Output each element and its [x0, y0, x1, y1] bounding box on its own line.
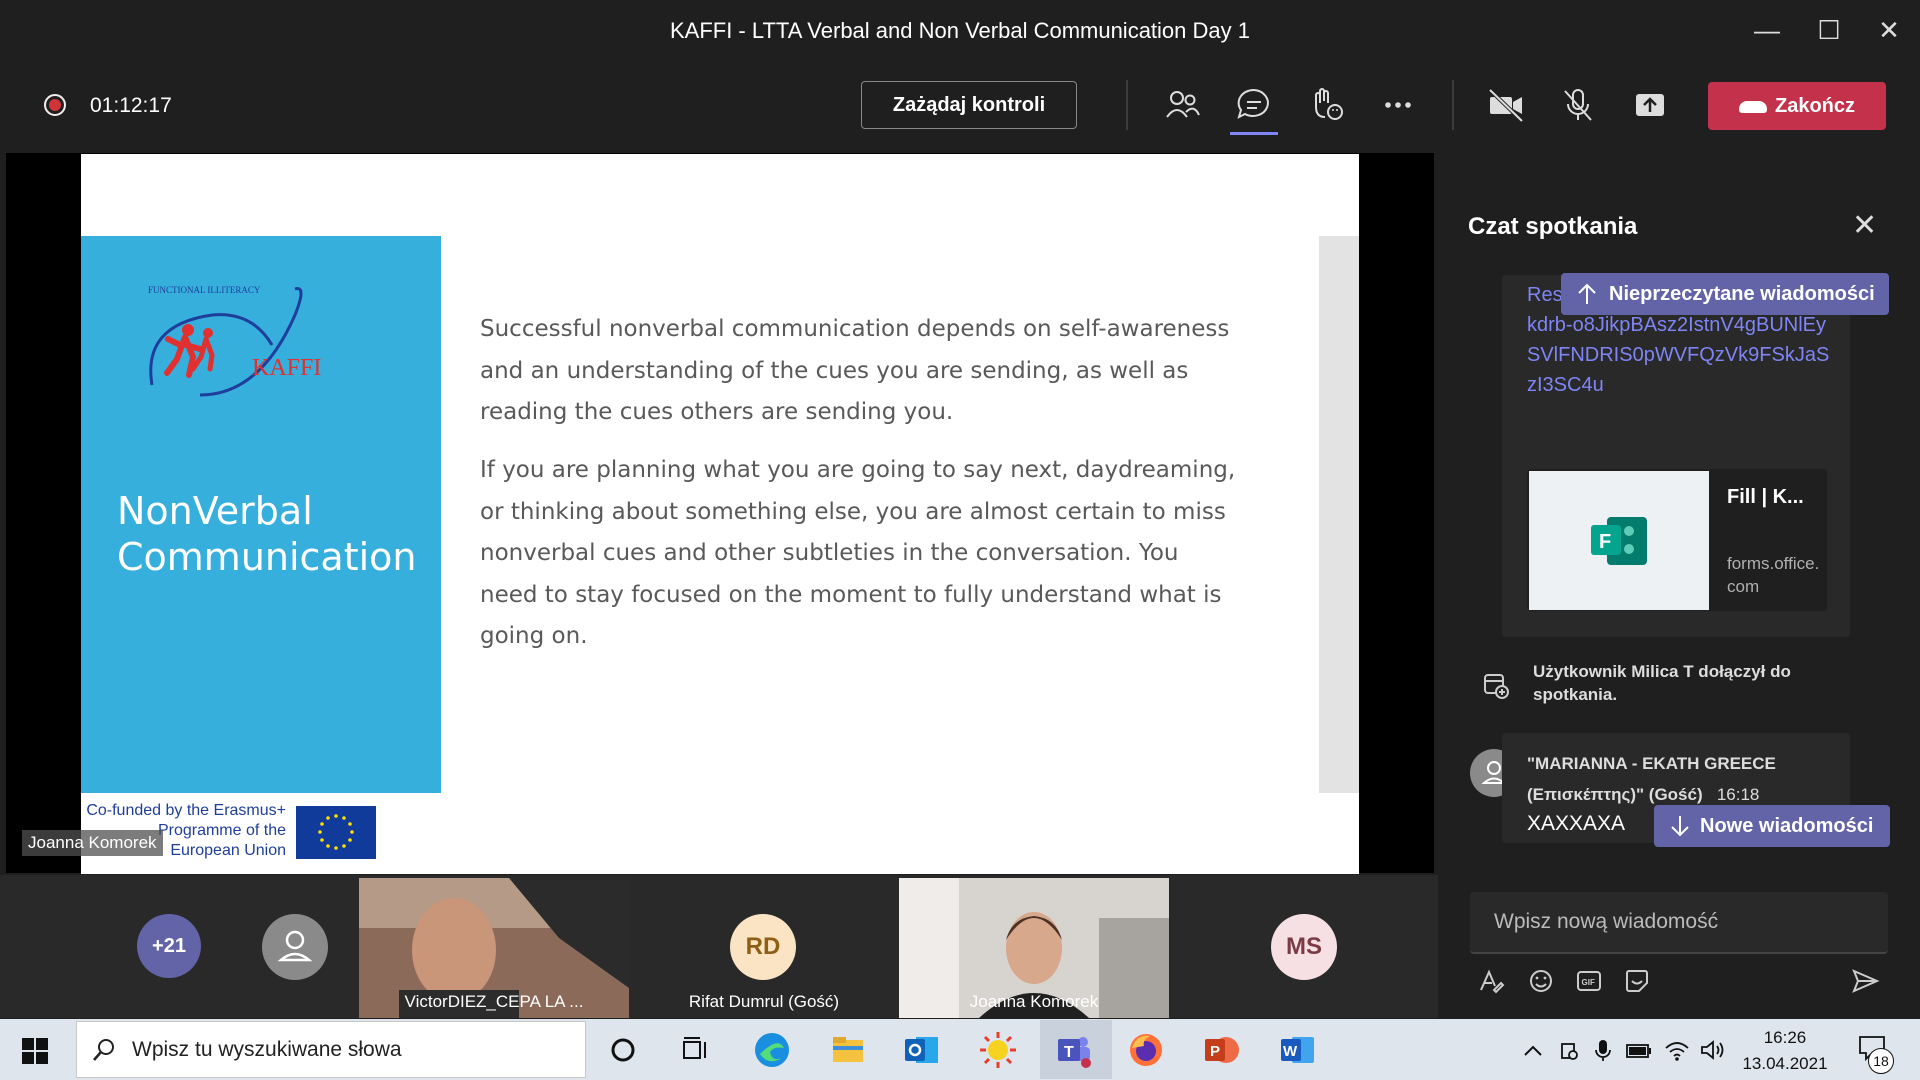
new-messages-button[interactable]: Nowe wiadomości [1654, 805, 1890, 847]
arrow-down-icon [1671, 816, 1689, 837]
new-messages-label: Nowe wiadomości [1700, 815, 1874, 837]
kaffi-logo: FUNCTIONAL ILLITERACY KAFFI [148, 285, 321, 397]
person-icon [277, 930, 313, 962]
battery-icon[interactable] [1626, 1042, 1652, 1060]
participant-tile[interactable]: MS [1169, 878, 1438, 1018]
word-icon[interactable]: W [1278, 1030, 1318, 1070]
message-author: "MARIANNA - EKATH GREECE (Επισκέπτης)" (… [1527, 748, 1827, 810]
message-time: 16:18 [1716, 785, 1760, 804]
taskbar-search-placeholder: Wpisz tu wyszukiwane słowa [132, 1038, 402, 1061]
eu-flag-icon [296, 806, 376, 859]
chat-active-indicator [1230, 132, 1278, 135]
svg-text:GIF: GIF [1582, 978, 1595, 987]
unread-messages-label: Nieprzeczytane wiadomości [1609, 283, 1875, 305]
powerpoint-icon[interactable]: P [1202, 1030, 1242, 1070]
clock-date: 13.04.2021 [1742, 1054, 1828, 1073]
chat-icon[interactable] [1234, 85, 1274, 125]
svg-text:F: F [1599, 531, 1611, 553]
participant-initials: RD [730, 914, 796, 980]
title-bar: KAFFI - LTTA Verbal and Non Verbal Commu… [0, 0, 1920, 60]
more-icon[interactable] [1378, 85, 1418, 125]
emoji-icon[interactable] [1526, 966, 1556, 996]
overflow-participants-button[interactable]: +21 [137, 914, 201, 978]
windows-start-icon[interactable] [22, 1038, 48, 1064]
link-preview-title: Fill | K... [1727, 486, 1804, 508]
volume-icon[interactable] [1700, 1038, 1726, 1062]
mic-off-icon[interactable] [1558, 85, 1598, 125]
end-call-button[interactable]: Zakończ [1708, 82, 1886, 130]
meeting-timer: 01:12:17 [90, 94, 172, 117]
sticker-icon[interactable] [1622, 966, 1652, 996]
camera-off-icon[interactable] [1486, 85, 1526, 125]
wifi-icon[interactable] [1664, 1038, 1690, 1062]
slide-paragraph: Successful nonverbal communication depen… [480, 316, 1230, 425]
participant-video-tile[interactable]: VictorDIEZ_CEPA LA ... [359, 878, 629, 1020]
tray-chevron-up-icon[interactable] [1522, 1040, 1544, 1062]
task-view-icon[interactable] [675, 1030, 715, 1070]
file-explorer-icon[interactable] [828, 1030, 868, 1070]
share-icon[interactable] [1630, 85, 1670, 125]
participant-initials: MS [1271, 914, 1337, 980]
recording-icon [44, 94, 66, 116]
gif-icon[interactable]: GIF [1574, 966, 1604, 996]
presenter-name: Joanna Komorek [22, 830, 163, 856]
message-input[interactable] [1470, 892, 1888, 954]
format-icon[interactable] [1476, 966, 1506, 996]
forms-icon: F [1591, 517, 1647, 565]
window-title: KAFFI - LTTA Verbal and Non Verbal Commu… [669, 18, 1250, 43]
participant-name: Joanna Komorek [969, 992, 1099, 1011]
sun-app-icon[interactable] [978, 1030, 1018, 1070]
participant-name: VictorDIEZ_CEPA LA ... [404, 992, 584, 1011]
toolbar-divider [1126, 80, 1128, 130]
close-chat-icon[interactable]: ✕ [1852, 208, 1877, 243]
request-control-button[interactable]: Zażądaj kontroli [861, 81, 1077, 129]
logo-brand-text: KAFFI [252, 355, 321, 381]
cortana-icon[interactable] [603, 1030, 643, 1070]
taskbar-clock[interactable]: 16:26 13.04.2021 [1730, 1025, 1840, 1077]
clock-time: 16:26 [1763, 1028, 1807, 1047]
unread-messages-button[interactable]: Nieprzeczytane wiadomości [1561, 273, 1889, 315]
end-call-label: Zakończ [1774, 95, 1856, 117]
join-notification: Użytkownik Milica T dołączył do spotkani… [1533, 662, 1791, 704]
arrow-up-icon [1578, 283, 1596, 304]
slide-heading: NonVerbal Communication [117, 489, 417, 579]
participant-name: Rifat Dumrul (Gość) [688, 992, 840, 1011]
svg-text:T: T [1064, 1044, 1074, 1061]
slide-paragraph: If you are planning what you are going t… [480, 457, 1236, 649]
chat-title: Czat spotkania [1468, 213, 1638, 240]
join-event-icon [1484, 674, 1509, 699]
search-icon [93, 1039, 114, 1061]
svg-text:P: P [1210, 1043, 1220, 1060]
teams-icon[interactable]: T [1054, 1030, 1094, 1070]
slide-side-bar [1319, 236, 1359, 793]
tray-app-icon[interactable] [1558, 1040, 1580, 1062]
logo-small-text: FUNCTIONAL ILLITERACY [148, 285, 261, 295]
message-body: XAXXAXA [1527, 812, 1626, 835]
maximize-button[interactable]: ☐ [1804, 10, 1854, 50]
tray-mic-icon[interactable] [1592, 1038, 1614, 1062]
participant-video-tile[interactable]: Joanna Komorek [899, 878, 1169, 1018]
notifications-badge: 18 [1868, 1048, 1894, 1074]
reactions-icon[interactable] [1306, 85, 1346, 125]
phone-hangup-icon [1738, 100, 1767, 113]
firefox-icon[interactable] [1126, 1030, 1166, 1070]
link-preview-domain: forms.office.com [1727, 554, 1820, 596]
svg-text:W: W [1283, 1043, 1298, 1060]
edge-icon[interactable] [752, 1030, 792, 1070]
participant-avatar[interactable] [262, 914, 328, 980]
participant-tile[interactable]: RD Rifat Dumrul (Gość) [629, 878, 899, 1018]
minimize-button[interactable]: — [1742, 10, 1792, 50]
toolbar-divider [1452, 80, 1454, 130]
close-button[interactable]: ✕ [1864, 10, 1914, 50]
meeting-toolbar: 01:12:17 Zażądaj kontroli Zakończ [0, 60, 1920, 150]
send-icon[interactable] [1850, 966, 1880, 996]
outlook-icon[interactable] [902, 1030, 942, 1070]
link-preview-thumbnail: F [1529, 471, 1709, 610]
participants-icon[interactable] [1162, 85, 1202, 125]
